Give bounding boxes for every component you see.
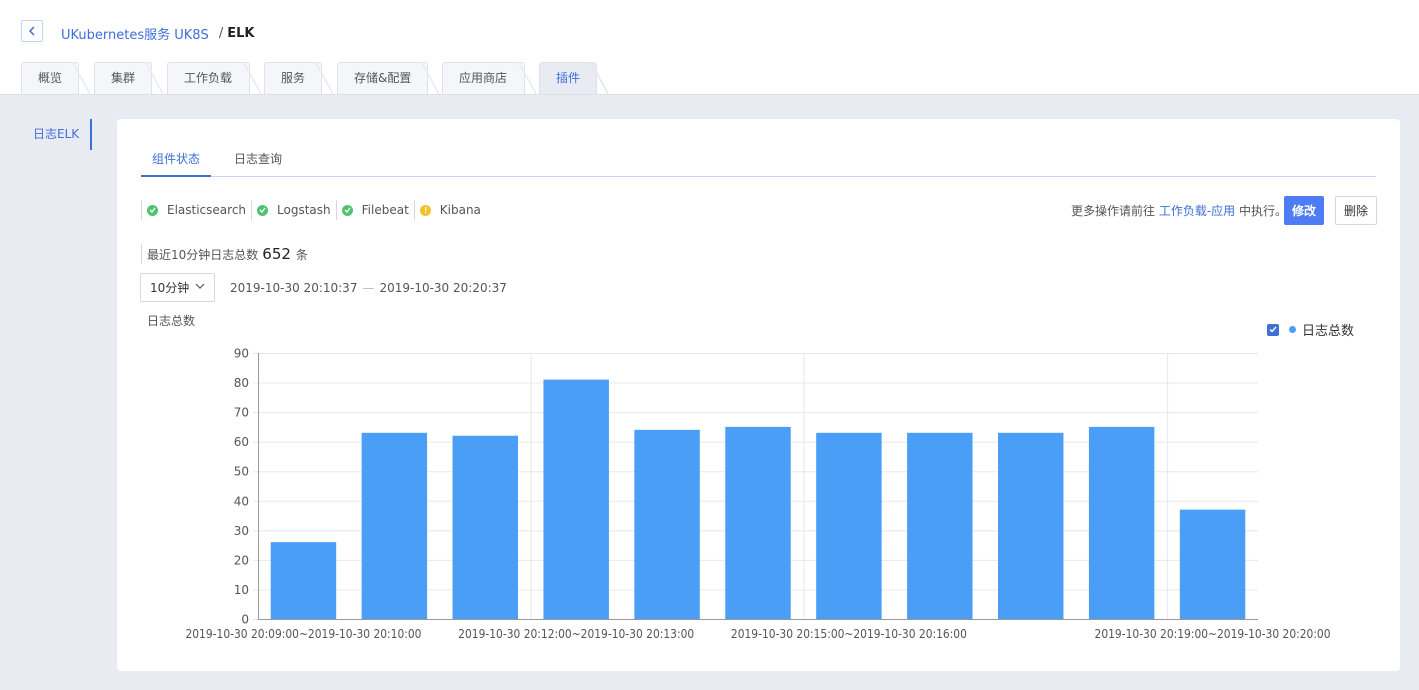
y-tick-label: 20	[234, 553, 249, 567]
y-tick-label: 10	[234, 583, 249, 597]
bar	[998, 432, 1064, 619]
plugin-sidebar: 日志ELK	[33, 119, 92, 150]
y-tick-label: 30	[234, 524, 249, 538]
breadcrumb-separator: /	[218, 26, 224, 41]
tab-cluster[interactable]: 集群	[94, 62, 163, 95]
tab-plugins[interactable]: 插件	[539, 62, 608, 95]
sidebar-item-elk[interactable]: 日志ELK	[33, 119, 92, 150]
bar	[270, 542, 337, 619]
tab-storage-config[interactable]: 存储&配置	[337, 62, 439, 95]
back-button[interactable]	[21, 20, 43, 42]
y-tick-label: 40	[234, 494, 249, 508]
tab-workload[interactable]: 工作负载	[167, 62, 261, 95]
bar	[634, 429, 700, 619]
breadcrumb: UKubernetes服务 UK8S / ELK	[61, 24, 254, 43]
bar	[543, 379, 609, 619]
y-tick-label: 90	[234, 347, 249, 361]
y-tick-label: 70	[234, 406, 249, 420]
x-tick-label: 2019-10-30 20:19:00~2019-10-30 20:20:00	[1095, 627, 1331, 641]
page-title: ELK	[227, 26, 255, 41]
top-header: UKubernetes服务 UK8S / ELK 概览 集群 工作负载 服务 存…	[0, 0, 1419, 95]
bar	[1179, 509, 1246, 619]
bar	[725, 426, 791, 619]
tab-label: 应用商店	[459, 71, 508, 85]
chevron-left-icon	[28, 26, 35, 36]
bar	[1088, 426, 1155, 619]
tab-label: 概览	[38, 71, 63, 85]
x-tick-label: 2019-10-30 20:12:00~2019-10-30 20:13:00	[458, 627, 694, 641]
bar	[816, 432, 882, 619]
tab-label: 服务	[281, 71, 306, 85]
bar	[452, 435, 518, 619]
y-tick-label: 60	[234, 435, 249, 449]
tab-label: 集群	[111, 71, 136, 85]
tab-label: 存储&配置	[354, 71, 412, 85]
bar	[907, 432, 973, 619]
tab-label: 工作负载	[184, 71, 233, 85]
y-tick-label: 80	[234, 376, 249, 390]
tab-app-store[interactable]: 应用商店	[442, 62, 536, 95]
breadcrumb-parent-link[interactable]: UKubernetes服务 UK8S	[61, 24, 209, 43]
main-card: 组件状态 日志查询 Elasticsearch Logstash Filebea…	[117, 119, 1400, 671]
y-tick-label: 50	[234, 465, 249, 479]
y-tick-label: 0	[241, 613, 249, 627]
log-count-bar-chart: 0 10 20 30 40 50 60 70 80 90 2019-10-30 20:09:00~2…	[185, 347, 1331, 642]
x-tick-label: 2019-10-30 20:15:00~2019-10-30 20:16:00	[731, 627, 967, 641]
tab-service[interactable]: 服务	[264, 62, 333, 95]
x-tick-label: 2019-10-30 20:09:00~2019-10-30 20:10:00	[185, 627, 421, 641]
bar	[361, 432, 428, 619]
tab-overview[interactable]: 概览	[21, 62, 90, 95]
tab-label: 插件	[556, 71, 581, 85]
